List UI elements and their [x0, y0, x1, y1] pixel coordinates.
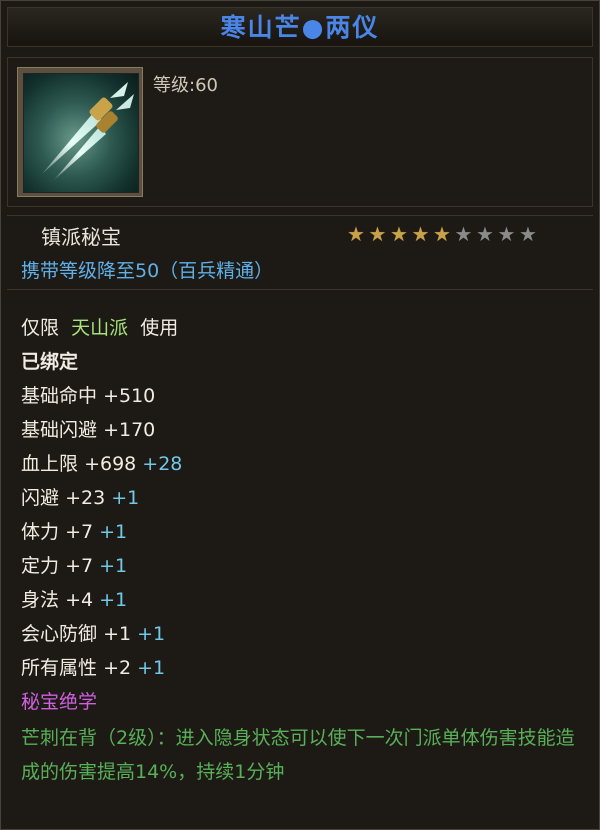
stat-row: 所有属性 +2 +1: [21, 653, 591, 687]
divider: [7, 289, 593, 290]
stat-row: 会心防御 +1 +1: [21, 619, 591, 653]
star-icon: ★: [411, 222, 430, 246]
restriction-prefix: 仅限: [21, 317, 60, 339]
stat-row: 血上限 +698 +28: [21, 449, 591, 483]
stat-row: 基础命中 +510: [21, 381, 591, 415]
stat-base: +170: [103, 419, 156, 441]
star-icon: ★: [497, 222, 516, 246]
stat-bonus: +1: [137, 657, 166, 679]
twin-dagger-icon: [23, 73, 139, 193]
item-level: 等级:60: [153, 75, 218, 96]
title-bar: 寒山芒●两仪: [7, 7, 593, 47]
stat-row: 身法 +4 +1: [21, 585, 591, 619]
stat-row: 基础闪避 +170: [21, 415, 591, 449]
skill-header: 秘宝绝学: [21, 691, 98, 713]
stat-row: 闪避 +23 +1: [21, 483, 591, 517]
star-icon: ★: [347, 222, 365, 246]
stat-base: +4: [65, 589, 94, 611]
stat-base: +1: [103, 623, 132, 645]
stat-bonus: +28: [142, 453, 183, 475]
stat-name: 基础闪避: [21, 419, 98, 441]
stat-row: 体力 +7 +1: [21, 517, 591, 551]
stat-name: 闪避: [21, 487, 60, 509]
stat-base: +2: [103, 657, 132, 679]
divider: [7, 215, 593, 216]
item-title: 寒山芒●两仪: [220, 13, 380, 42]
skill-description: 芒刺在背（2级）：进入隐身状态可以使下一次门派单体伤害技能造成的伤害提高14%，…: [21, 727, 575, 783]
stat-bonus: +1: [111, 487, 140, 509]
stat-base: +510: [103, 385, 156, 407]
stat-name: 血上限: [21, 453, 79, 475]
stat-name: 体力: [21, 521, 60, 543]
stat-name: 基础命中: [21, 385, 98, 407]
restriction-line: 仅限 天山派 使用: [21, 313, 591, 347]
item-type: 镇派秘宝: [41, 225, 121, 249]
stat-base: +698: [84, 453, 137, 475]
restriction-suffix: 使用: [140, 317, 179, 339]
stat-row: 定力 +7 +1: [21, 551, 591, 585]
attribute-list: 仅限 天山派 使用 已绑定 基础命中 +510 基础闪避 +170 血上限 +6…: [21, 313, 591, 789]
stat-base: +23: [65, 487, 106, 509]
stat-base: +7: [65, 521, 94, 543]
star-icon: ★: [433, 222, 451, 246]
star-icon: ★: [476, 222, 494, 246]
carry-level-text: 携带等级降至50（百兵精通）: [21, 260, 274, 282]
stat-name: 所有属性: [21, 657, 98, 679]
stat-bonus: +1: [99, 521, 128, 543]
star-rating: ★ ★ ★ ★ ★ ★ ★ ★ ★: [347, 224, 541, 245]
stat-name: 会心防御: [21, 623, 98, 645]
item-icon-frame: [17, 67, 143, 197]
item-tooltip: 寒山芒●两仪 等级:60 镇派秘宝 ★ ★ ★ ★ ★ ★ ★ ★ ★ 携带等级…: [0, 0, 600, 830]
star-icon: ★: [390, 222, 408, 246]
star-icon: ★: [368, 222, 387, 246]
bound-status: 已绑定: [21, 351, 79, 373]
stat-bonus: +1: [137, 623, 166, 645]
stat-name: 定力: [21, 555, 60, 577]
star-icon: ★: [519, 222, 537, 246]
stat-bonus: +1: [99, 555, 128, 577]
stat-bonus: +1: [99, 589, 128, 611]
stat-name: 身法: [21, 589, 60, 611]
stat-base: +7: [65, 555, 94, 577]
restriction-school: 天山派: [71, 317, 129, 339]
star-icon: ★: [454, 222, 473, 246]
